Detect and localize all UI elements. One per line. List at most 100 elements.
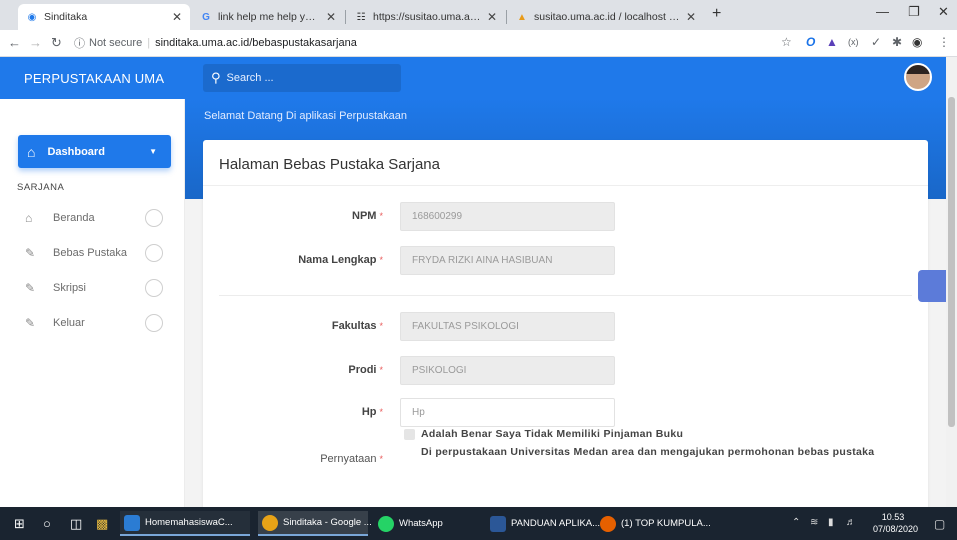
tab-telegram[interactable]: ☷ https://susitao.uma.ac.id/Telegra ✕: [347, 4, 505, 30]
tab-separator: [506, 10, 507, 24]
nama-lengkap-field[interactable]: FRYDA RIZKI AINA HASIBUAN: [400, 246, 615, 275]
tab-google-search[interactable]: G link help me help you - Penelusu ✕: [192, 4, 344, 30]
not-secure-label: Not secure: [89, 37, 143, 49]
divider: [203, 185, 928, 186]
sinditaka-favicon-icon: ◉: [27, 11, 37, 23]
wifi-icon[interactable]: ≋: [810, 517, 818, 528]
search-icon: ⚲: [211, 70, 221, 85]
clock[interactable]: 10.53 07/08/2020: [873, 511, 919, 535]
form-card: Halaman Bebas Pustaka Sarjana NPM * 16860…: [203, 140, 928, 507]
hp-field-wrap: [400, 398, 615, 427]
notification-icon[interactable]: ▢: [934, 517, 945, 531]
sidebar-item-dashboard[interactable]: ⌂ Dashboard ▼: [18, 135, 171, 168]
tab-sinditaka[interactable]: ◉ Sinditaka ✕: [18, 4, 190, 30]
url-text[interactable]: sinditaka.uma.ac.id/bebaspustakasarjana: [155, 37, 357, 49]
nama-lengkap-label: Nama Lengkap *: [298, 254, 383, 266]
forward-arrow-icon[interactable]: →: [29, 35, 42, 50]
chrome-icon: [262, 514, 278, 531]
omnibox[interactable]: ⓘ Not secure | sinditaka.uma.ac.id/bebas…: [74, 33, 764, 53]
pernyataan-checkbox[interactable]: [404, 429, 415, 440]
sidebar-item-label: Beranda: [53, 212, 95, 224]
tab-title: link help me help you - Penelusu: [218, 11, 320, 23]
task-view-icon[interactable]: ◫: [70, 516, 82, 532]
clock-date: 07/08/2020: [873, 524, 919, 534]
word-icon: [490, 515, 506, 532]
minimize-icon[interactable]: —: [876, 4, 889, 19]
extension-icon[interactable]: (x): [848, 37, 859, 47]
address-bar: ← → ↻ ⓘ Not secure | sinditaka.uma.ac.id…: [0, 30, 957, 57]
npm-label: NPM *: [352, 210, 383, 222]
taskbar-app-word[interactable]: PANDUAN APLIKA...: [486, 511, 600, 536]
tab-separator: [345, 10, 346, 24]
extension-icon[interactable]: ▲: [826, 35, 838, 49]
star-icon[interactable]: ☆: [781, 35, 792, 49]
taskbar-app-chrome[interactable]: Sinditaka - Google ...: [258, 511, 372, 536]
brand-title[interactable]: PERPUSTAKAAN UMA: [0, 57, 185, 99]
close-icon[interactable]: ✕: [686, 10, 696, 24]
hp-label: Hp *: [361, 406, 383, 418]
fakultas-field[interactable]: FAKULTAS PSIKOLOGI: [400, 312, 615, 341]
close-window-icon[interactable]: ✕: [938, 4, 949, 20]
sidebar-item-bebas-pustaka[interactable]: ✎ Bebas Pustaka: [25, 243, 171, 263]
taskbar-app-label: (1) TOP KUMPULA...: [621, 518, 711, 529]
statement-line-2: Di perpustakaan Universitas Medan area d…: [421, 446, 875, 458]
dashboard-label: Dashboard: [47, 145, 105, 158]
taskbar: ⊞ ○ ◫ ▩ HomemahasiswaC... Sinditaka - Go…: [0, 507, 957, 540]
puzzle-icon[interactable]: ✱: [892, 35, 902, 49]
extension-icon[interactable]: O: [806, 35, 815, 49]
search-box[interactable]: ⚲: [203, 64, 401, 92]
hp-input[interactable]: [412, 407, 602, 418]
info-icon[interactable]: ⓘ: [74, 35, 85, 51]
new-tab-plus-icon[interactable]: +: [712, 5, 721, 23]
taskbar-app-label: WhatsApp: [399, 518, 443, 529]
sidebar: ⌂ Dashboard ▼ SARJANA ⌂ Beranda ✎ Bebas …: [0, 99, 185, 507]
taskbar-app-label: HomemahasiswaC...: [145, 517, 233, 528]
scrollbar[interactable]: [946, 57, 957, 507]
divider: |: [147, 37, 151, 49]
taskbar-app-label: PANDUAN APLIKA...: [511, 518, 601, 529]
edit-icon: ✎: [25, 281, 36, 295]
statement-line-1: Adalah Benar Saya Tidak Memiliki Pinjama…: [421, 428, 684, 440]
prodi-field[interactable]: PSIKOLOGI: [400, 356, 615, 385]
windows-start-icon[interactable]: ⊞: [14, 516, 25, 532]
volume-icon[interactable]: ♬: [846, 517, 856, 528]
vscode-icon: [124, 514, 140, 531]
restore-icon[interactable]: ❐: [908, 4, 920, 20]
battery-icon[interactable]: ▮: [828, 517, 834, 528]
chevron-up-icon[interactable]: ⌃: [792, 517, 800, 528]
globe-icon: ☷: [356, 11, 366, 23]
tab-title: susitao.uma.ac.id / localhost / su: [534, 11, 680, 23]
circle-icon: [145, 279, 163, 297]
search-circle-icon[interactable]: ○: [43, 516, 51, 531]
tab-title: https://susitao.uma.ac.id/Telegra: [373, 11, 481, 23]
file-explorer-icon[interactable]: ▩: [96, 516, 108, 532]
sidebar-item-keluar[interactable]: ✎ Keluar: [25, 313, 171, 333]
taskbar-app-firefox[interactable]: (1) TOP KUMPULA...: [596, 511, 714, 536]
avatar[interactable]: [904, 63, 932, 91]
pernyataan-label: Pernyataan *: [320, 453, 383, 465]
whatsapp-icon: [378, 515, 394, 532]
app: PERPUSTAKAAN UMA ⚲ Selamat Datang Di apl…: [0, 57, 957, 507]
home-icon: ⌂: [27, 143, 36, 160]
close-icon[interactable]: ✕: [487, 10, 497, 24]
menu-dots-icon[interactable]: ⋮: [938, 35, 950, 49]
taskbar-app-label: Sinditaka - Google ...: [283, 517, 372, 528]
taskbar-app-whatsapp[interactable]: WhatsApp: [374, 511, 474, 536]
check-icon[interactable]: ✓: [871, 35, 881, 49]
close-icon[interactable]: ✕: [172, 10, 182, 24]
npm-field[interactable]: 168600299: [400, 202, 615, 231]
search-input[interactable]: [226, 72, 377, 84]
scrollbar-thumb[interactable]: [948, 97, 955, 427]
caret-down-icon: ▼: [149, 147, 157, 156]
tab-phpmyadmin[interactable]: ▲ susitao.uma.ac.id / localhost / su ✕: [508, 4, 704, 30]
phpmyadmin-icon: ▲: [517, 11, 527, 23]
profile-icon[interactable]: ◉: [912, 35, 922, 49]
sidebar-item-beranda[interactable]: ⌂ Beranda: [25, 208, 171, 228]
back-arrow-icon[interactable]: ←: [8, 35, 21, 50]
reload-icon[interactable]: ↻: [51, 35, 62, 51]
welcome-text: Selamat Datang Di aplikasi Perpustakaan: [204, 110, 408, 122]
close-icon[interactable]: ✕: [326, 10, 336, 24]
taskbar-app-vscode[interactable]: HomemahasiswaC...: [120, 511, 250, 536]
fakultas-label: Fakultas *: [331, 320, 383, 332]
sidebar-item-skripsi[interactable]: ✎ Skripsi: [25, 278, 171, 298]
